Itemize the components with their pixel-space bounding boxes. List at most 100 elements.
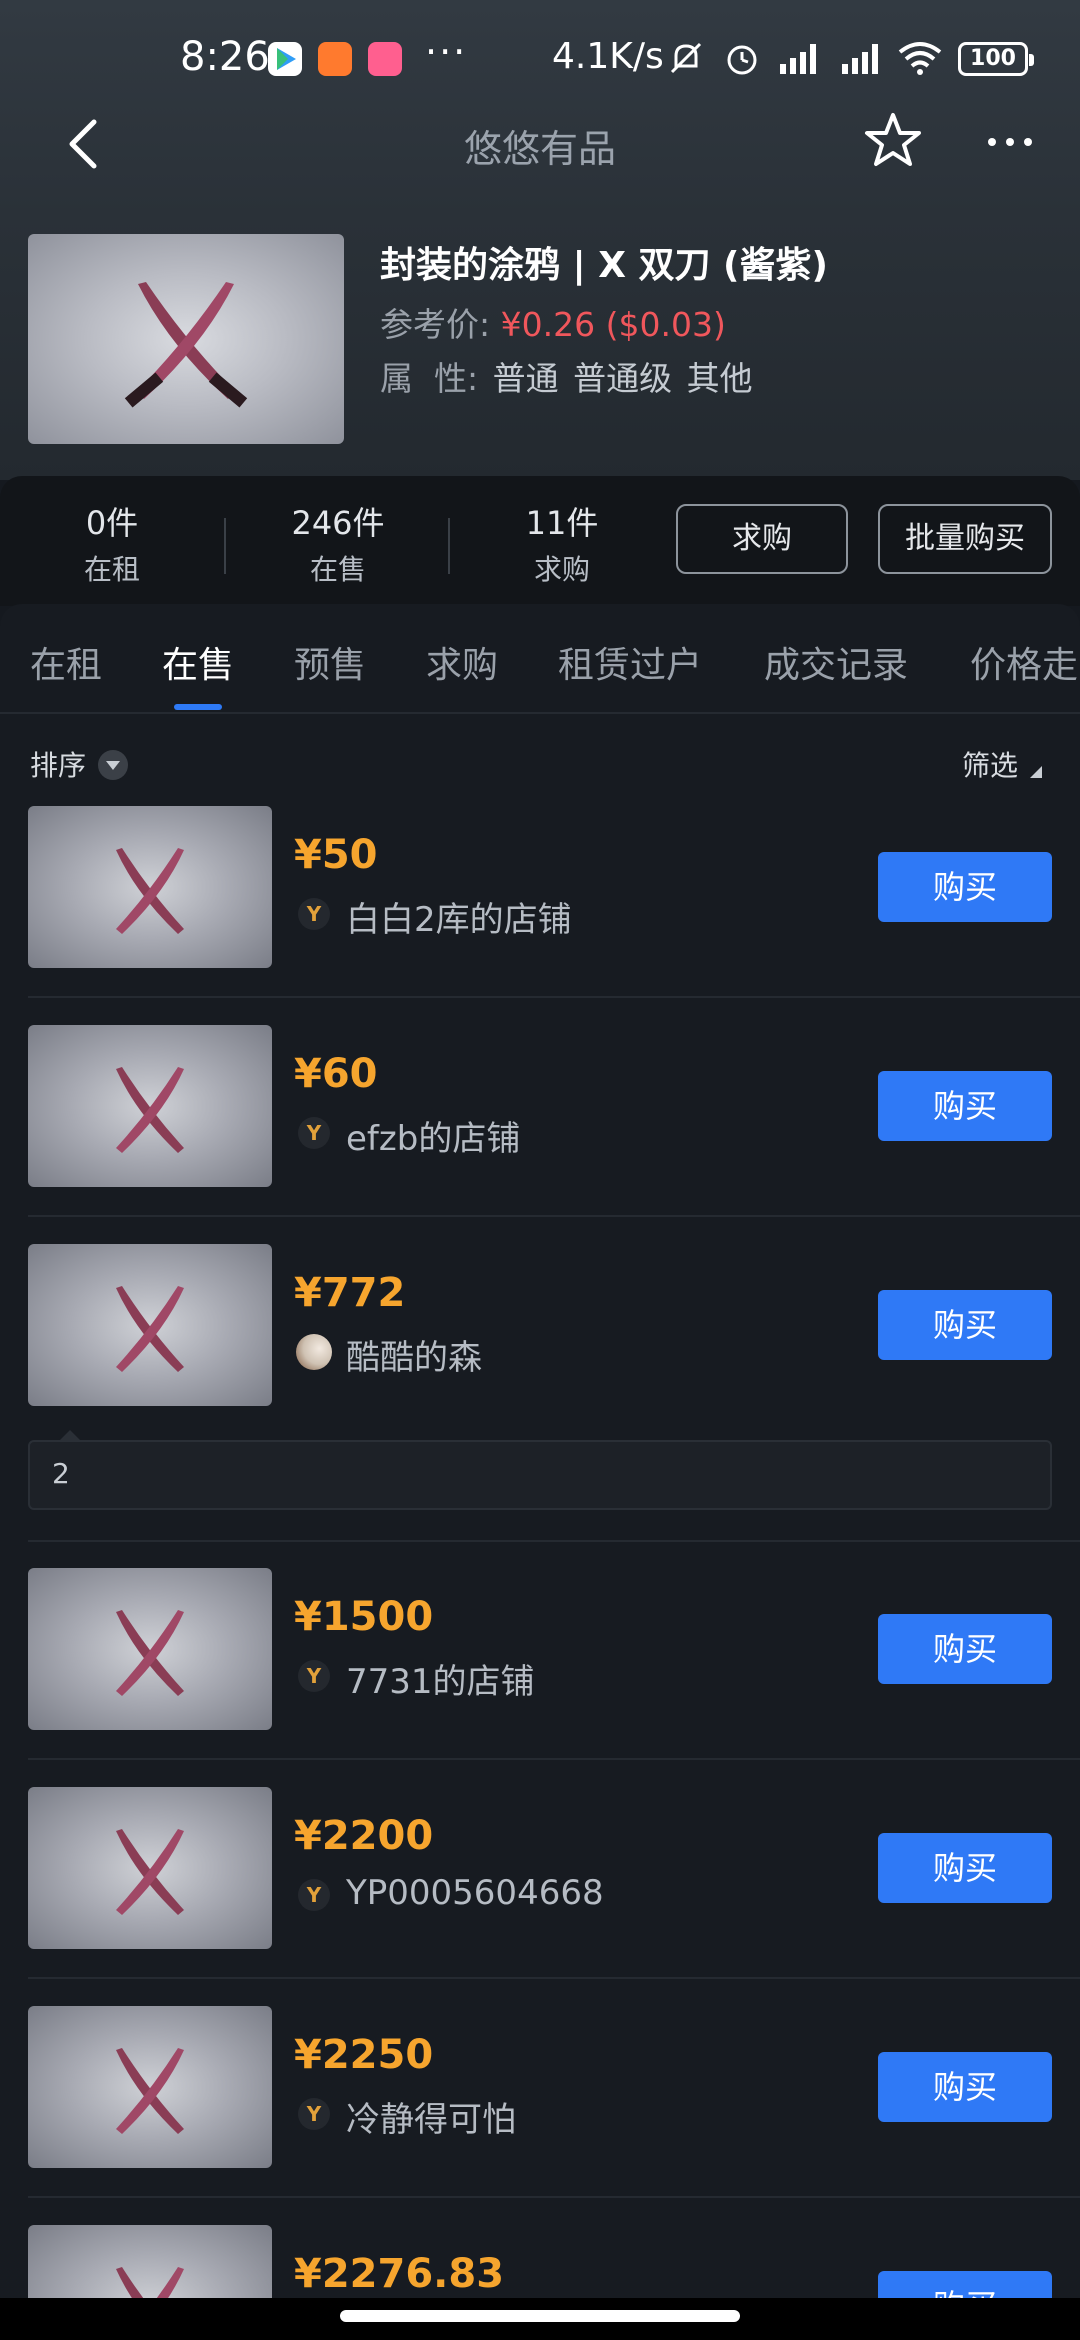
stat-renting[interactable]: 0件 在租 [32, 498, 192, 588]
stat-label: 在租 [83, 553, 140, 586]
buy-button[interactable]: 购买 [878, 1833, 1052, 1903]
shop-name[interactable]: 酷酷的森 [346, 1330, 482, 1379]
listing-row[interactable]: ¥2250 Y 冷静得可怕 购买 [0, 2006, 1080, 2224]
listing-thumbnail[interactable] [28, 1244, 272, 1406]
divider [28, 1758, 1080, 1760]
sort-dropdown-icon[interactable] [98, 750, 128, 780]
mute-bell-icon [670, 42, 702, 74]
filter-button[interactable]: 筛选 [962, 744, 1018, 784]
attribute-value: 普通级 [573, 359, 673, 398]
status-more-dots: ··· [425, 30, 468, 74]
app-shop-icon [318, 42, 352, 76]
tab-renting[interactable]: 在租 [30, 636, 102, 688]
attribute-value: 其他 [686, 359, 753, 398]
listing-row[interactable]: ¥772 酷酷的森 购买 [0, 1244, 1080, 1462]
listing-thumbnail[interactable] [28, 806, 272, 968]
dual-blades-image [116, 1829, 184, 1915]
signal-hd-2-icon [842, 44, 878, 74]
listing-price: ¥2200 [294, 1813, 434, 1859]
tab-transaction-history[interactable]: 成交记录 [764, 636, 908, 688]
page-title: 悠悠有品 [463, 127, 616, 171]
back-arrow-icon[interactable] [56, 112, 116, 176]
status-time: 8:26 [180, 34, 270, 80]
listing-price: ¥772 [294, 1270, 406, 1316]
more-options-icon[interactable] [980, 110, 1040, 170]
stat-count: 11件 [525, 504, 599, 542]
attributes-label: 属 性: [380, 359, 479, 398]
tab-presale[interactable]: 预售 [294, 636, 366, 688]
shop-badge-icon: Y [298, 1117, 330, 1149]
alarm-icon [727, 45, 757, 75]
shop-name[interactable]: efzb的店铺 [346, 1111, 520, 1160]
battery-indicator: 100 [958, 42, 1034, 76]
listing-thumbnail[interactable] [28, 1025, 272, 1187]
divider [224, 518, 226, 574]
divider [28, 1540, 1080, 1542]
reference-price-label: 参考价: [380, 305, 491, 344]
listing-note: 2 [28, 1440, 1052, 1510]
buy-button[interactable]: 购买 [878, 2052, 1052, 2122]
reference-price-cny: ¥0.26 [500, 305, 596, 344]
dual-blades-image [124, 282, 248, 408]
tab-requests[interactable]: 求购 [426, 636, 498, 688]
listing-row[interactable]: ¥1500 Y 7731的店铺 购买 [0, 1568, 1080, 1786]
stat-requests[interactable]: 11件 求购 [482, 498, 642, 588]
wifi-icon [898, 42, 942, 75]
dual-blades-image [116, 1610, 184, 1696]
tab-bar: 在租 在售 预售 求购 租赁过户 成交记录 价格走 [0, 604, 1080, 714]
listing-row[interactable]: ¥2200 Y YP0005604668 购买 [0, 1787, 1080, 2005]
shop-badge-icon: Y [298, 898, 330, 930]
tab-price-trend[interactable]: 价格走 [970, 636, 1078, 688]
stats-panel: 0件 在租 246件 在售 11件 求购 求购 批量购买 [0, 476, 1080, 606]
divider [28, 1215, 1080, 1217]
listing-thumbnail[interactable] [28, 2006, 272, 2168]
stat-label: 求购 [533, 553, 590, 586]
signal-hd-1-icon [780, 44, 816, 74]
listing-row[interactable]: ¥60 Y efzb的店铺 购买 [0, 1025, 1080, 1243]
home-indicator[interactable] [340, 2310, 740, 2322]
stat-on-sale[interactable]: 246件 在售 [258, 498, 418, 588]
listing-price: ¥1500 [294, 1594, 434, 1640]
product-attributes: 属 性: 普通 普通级 其他 [380, 352, 753, 400]
active-tab-indicator [174, 704, 222, 710]
seller-avatar [296, 1334, 332, 1370]
listing-price: ¥50 [294, 832, 378, 878]
buy-button[interactable]: 购买 [878, 1614, 1052, 1684]
divider [28, 996, 1080, 998]
listing-row[interactable]: ¥50 Y 白白2库的店铺 购买 [0, 806, 1080, 1024]
request-button[interactable]: 求购 [676, 504, 848, 574]
listing-thumbnail[interactable] [28, 1787, 272, 1949]
app-bilibili-icon [368, 42, 402, 76]
shop-name[interactable]: 冷静得可怕 [346, 2092, 516, 2141]
status-bar: 8:26 ··· 4.1K/s 100 [0, 0, 1080, 118]
shop-badge-icon: Y [298, 2098, 330, 2130]
stat-label: 在售 [309, 553, 366, 586]
listing-price: ¥60 [294, 1051, 378, 1097]
shop-name[interactable]: 白白2库的店铺 [346, 892, 572, 941]
buy-button[interactable]: 购买 [878, 1290, 1052, 1360]
stat-count: 0件 [85, 504, 139, 542]
dual-blades-image [116, 848, 184, 934]
buy-button[interactable]: 购买 [878, 1071, 1052, 1141]
sort-button[interactable]: 排序 [30, 744, 86, 784]
stat-count: 246件 [291, 504, 385, 542]
dual-blades-image [116, 1067, 184, 1153]
reference-price: 参考价: ¥0.26 ($0.03) [380, 298, 726, 346]
listing-panel: 在租 在售 预售 求购 租赁过户 成交记录 价格走 排序 筛选 ¥50 Y 白白… [0, 604, 1080, 2340]
shop-badge-icon: Y [298, 1879, 330, 1911]
buy-button[interactable]: 购买 [878, 852, 1052, 922]
bulk-buy-button[interactable]: 批量购买 [878, 504, 1052, 574]
shop-name[interactable]: YP0005604668 [346, 1873, 604, 1913]
dual-blades-image [116, 1286, 184, 1372]
app-play-icon [268, 42, 302, 76]
shop-badge-icon: Y [298, 1660, 330, 1692]
network-speed: 4.1K/s [552, 36, 664, 77]
tab-on-sale[interactable]: 在售 [162, 636, 234, 688]
product-name: 封装的涂鸦 | X 双刀 (酱紫) [380, 245, 828, 286]
favorite-star-icon[interactable] [862, 110, 924, 172]
listing-price: ¥2250 [294, 2032, 434, 2078]
listing-thumbnail[interactable] [28, 1568, 272, 1730]
product-image[interactable] [28, 234, 344, 444]
shop-name[interactable]: 7731的店铺 [346, 1654, 535, 1703]
tab-rental-transfer[interactable]: 租赁过户 [558, 636, 702, 688]
